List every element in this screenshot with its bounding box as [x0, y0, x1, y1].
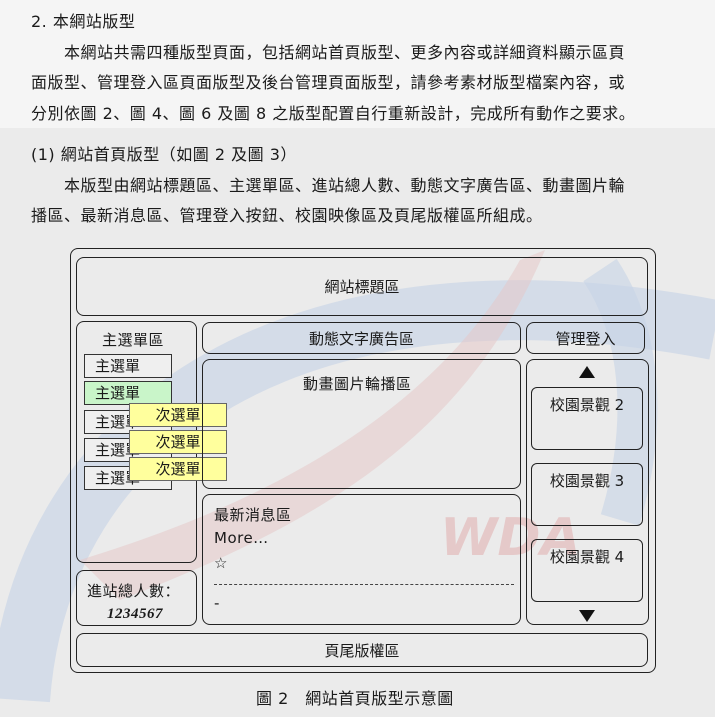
section-heading: 2. 本網站版型: [31, 12, 136, 31]
footer-area-label: 頁尾版權區: [324, 641, 400, 660]
paragraph-line: 分別依圖 2、圖 4、圖 6 及圖 8 之版型配置自行重新設計，完成所有動作之要…: [31, 104, 636, 123]
figure-caption: 圖 2 網站首頁版型示意圖: [256, 689, 454, 708]
news-title: 最新消息區: [214, 506, 292, 524]
campus-scene-card: 校園景觀 4: [531, 539, 643, 602]
news-star-icon: ☆: [214, 554, 228, 572]
campus-scene-card: 校園景觀 3: [531, 463, 643, 526]
visitor-count-label: 進站總人數：: [87, 582, 181, 600]
campus-scene-card: 校園景觀 2: [531, 387, 643, 450]
subsection-heading: (1) 網站首頁版型（如圖 2 及圖 3）: [31, 145, 297, 164]
marquee-area: 動態文字廣告區: [202, 322, 521, 354]
admin-login-label: 管理登入: [555, 329, 616, 348]
slideshow-area-label: 動畫圖片輪播區: [303, 375, 412, 393]
news-more-link[interactable]: More…: [214, 528, 269, 548]
paragraph-line: 本網站共需四種版型頁面，包括網站首頁版型、更多內容或詳細資料顯示區頁: [64, 43, 626, 62]
scene-label: 校園景觀 2: [549, 396, 625, 414]
paragraph-line: 面版型、管理登入區頁面版型及後台管理頁面版型，請參考素材版型檔案內容，或: [31, 73, 626, 92]
scene-label: 校園景觀 4: [549, 548, 625, 566]
scene-label: 校園景觀 3: [549, 472, 625, 490]
main-menu-label: 主選單區: [102, 331, 165, 349]
marquee-area-label: 動態文字廣告區: [308, 329, 414, 348]
visitor-count-value: 1234567: [107, 606, 163, 622]
scroll-up-icon[interactable]: [579, 366, 595, 378]
paragraph-line: 本版型由網站標題區、主選單區、進站總人數、動態文字廣告區、動畫圖片輪: [64, 176, 626, 195]
title-area-label: 網站標題區: [324, 278, 400, 296]
admin-login-button[interactable]: 管理登入: [526, 322, 645, 354]
title-area: 網站標題區: [76, 257, 648, 316]
menu-item-active[interactable]: 主選單: [84, 381, 172, 405]
scroll-down-icon[interactable]: [579, 610, 595, 622]
menu-item[interactable]: 主選單: [84, 354, 172, 378]
news-divider: [214, 584, 514, 585]
paragraph-line: 播區、最新消息區、管理登入按鈕、校園映像區及頁尾版權區所組成。: [31, 206, 543, 225]
footer-area: 頁尾版權區: [76, 633, 648, 667]
news-dash: -: [214, 594, 220, 612]
